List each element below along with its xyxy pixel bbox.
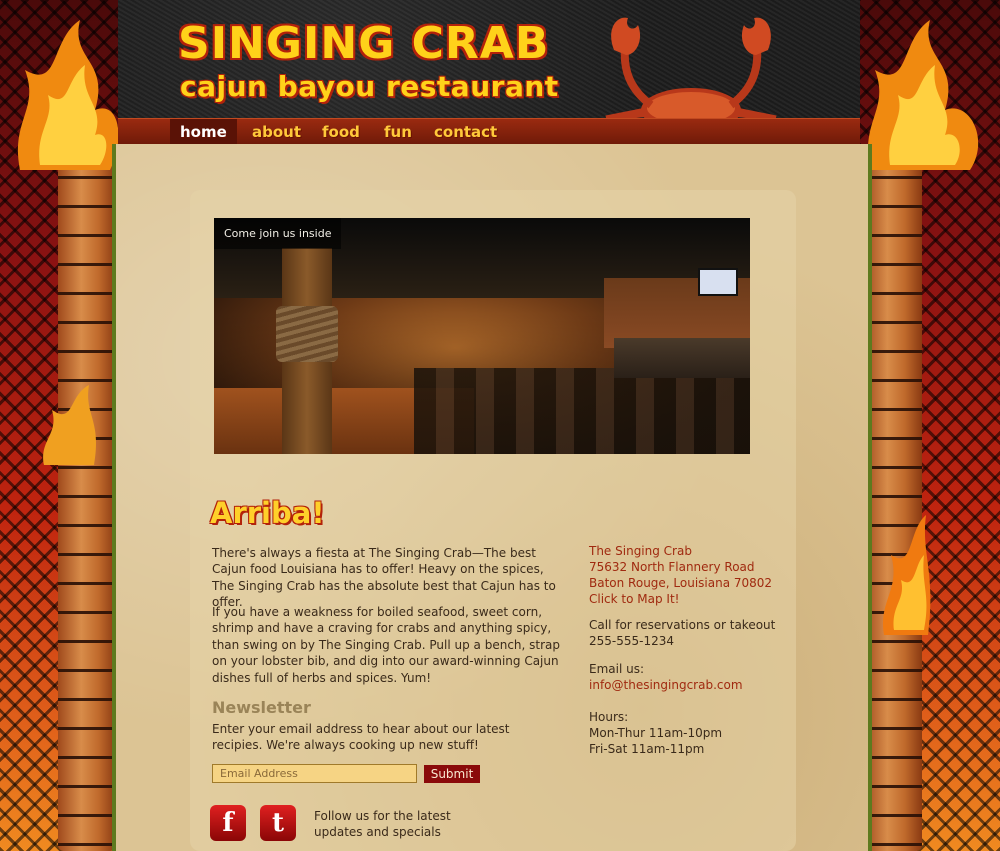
flame-top-right-decoration bbox=[867, 20, 979, 170]
hours-weekend: Fri-Sat 11am-11pm bbox=[589, 742, 705, 756]
follow-us-text: Follow us for the latest updates and spe… bbox=[314, 809, 451, 839]
main-nav: home about food fun contact bbox=[118, 118, 860, 145]
phone-label: Call for reservations or takeout bbox=[589, 618, 776, 632]
flame-top-left-decoration bbox=[17, 20, 119, 170]
site-logo-subtitle: cajun bayou restaurant bbox=[180, 70, 559, 103]
nav-item-home[interactable]: home bbox=[170, 119, 237, 145]
address-street: 75632 North Flannery Road bbox=[589, 560, 755, 574]
left-fence-decoration bbox=[58, 150, 116, 851]
email-link[interactable]: info@thesingingcrab.com bbox=[589, 678, 743, 692]
intro-paragraph-1: There's always a fiesta at The Singing C… bbox=[212, 546, 556, 610]
nav-item-contact[interactable]: contact bbox=[434, 119, 497, 145]
address-city: Baton Rouge, Louisiana 70802 bbox=[589, 576, 773, 590]
nav-item-fun[interactable]: fun bbox=[384, 119, 412, 145]
newsletter-text: Enter your email address to hear about o… bbox=[212, 722, 510, 753]
flame-left-decoration bbox=[43, 385, 97, 465]
hours-weekday: Mon-Thur 11am-10pm bbox=[589, 726, 723, 740]
content-panel: Come join us inside Arriba! There's alwa… bbox=[190, 190, 796, 851]
slideshow-image[interactable]: Come join us inside bbox=[214, 218, 750, 454]
photo-bar bbox=[614, 338, 750, 378]
restaurant-name: The Singing Crab bbox=[589, 544, 692, 558]
photo-rope bbox=[276, 306, 338, 362]
site-header: SINGING CRAB cajun bayou restaurant bbox=[118, 0, 860, 118]
photo-tables bbox=[414, 368, 750, 454]
nav-item-about[interactable]: about bbox=[252, 119, 301, 145]
contact-hours: Hours: Mon-Thur 11am-10pm Fri-Sat 11am-1… bbox=[589, 709, 789, 757]
newsletter-submit-button[interactable]: Submit bbox=[424, 765, 480, 783]
intro-heading: Arriba! bbox=[210, 496, 325, 530]
email-label: Email us: bbox=[589, 662, 645, 676]
intro-paragraph-2: If you have a weakness for boiled seafoo… bbox=[212, 605, 561, 685]
main-content: Come join us inside Arriba! There's alwa… bbox=[112, 144, 872, 851]
newsletter-email-input[interactable] bbox=[212, 764, 417, 783]
hours-label: Hours: bbox=[589, 710, 629, 724]
slideshow-caption: Come join us inside bbox=[214, 218, 342, 249]
facebook-icon[interactable]: f bbox=[210, 805, 246, 841]
contact-phone: Call for reservations or takeout 255-555… bbox=[589, 617, 789, 649]
twitter-icon[interactable]: t bbox=[260, 805, 296, 841]
site-logo-title[interactable]: SINGING CRAB bbox=[178, 18, 549, 70]
newsletter-title: Newsletter bbox=[212, 698, 311, 717]
contact-address: The Singing Crab 75632 North Flannery Ro… bbox=[589, 543, 789, 607]
contact-email: Email us: info@thesingingcrab.com bbox=[589, 661, 789, 693]
nav-item-food[interactable]: food bbox=[322, 119, 360, 145]
flame-right-decoration bbox=[882, 515, 931, 635]
right-fence-decoration bbox=[864, 150, 922, 851]
phone-number: 255-555-1234 bbox=[589, 634, 675, 648]
map-link[interactable]: Click to Map It! bbox=[589, 592, 679, 606]
crab-logo-icon bbox=[605, 17, 777, 118]
photo-tv bbox=[698, 268, 738, 296]
